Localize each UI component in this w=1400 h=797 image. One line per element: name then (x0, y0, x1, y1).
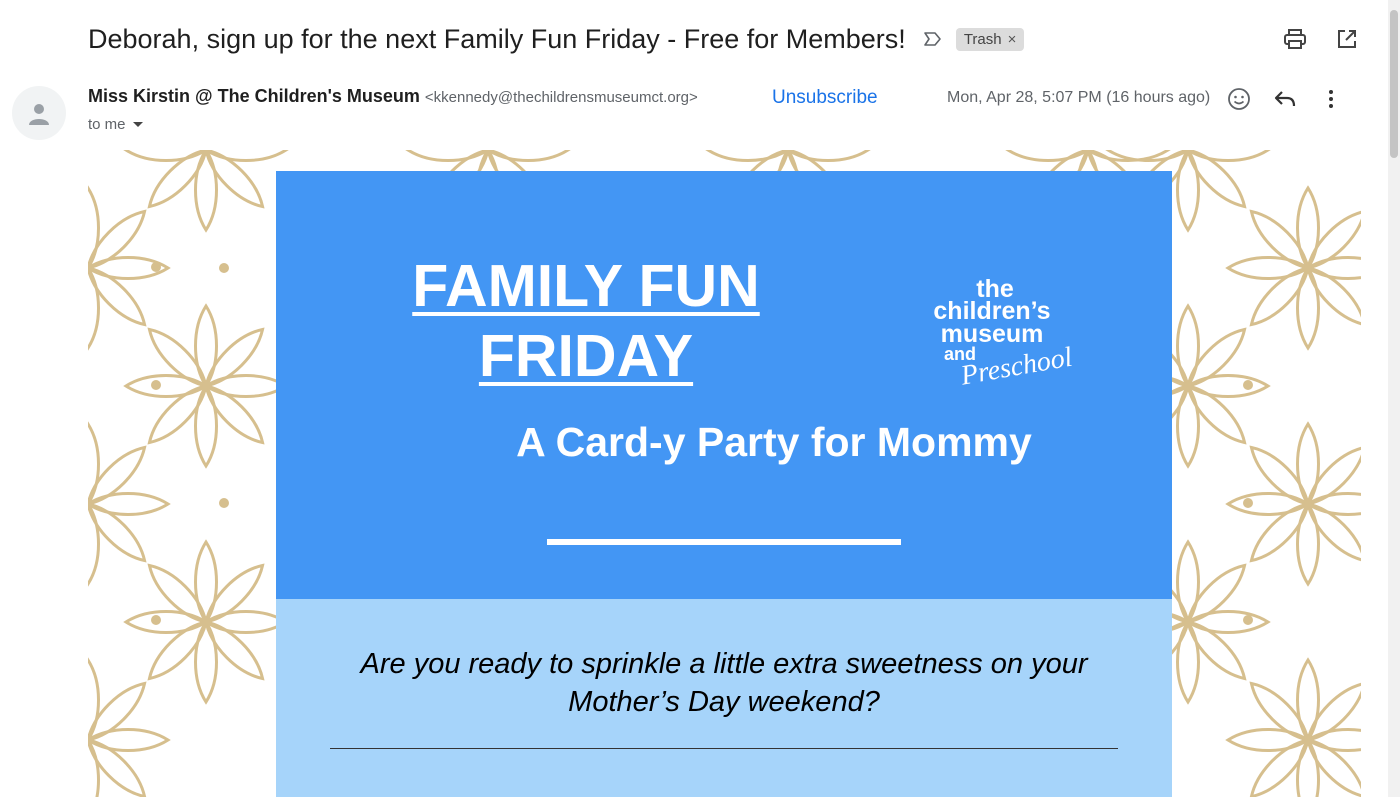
importance-marker-icon[interactable] (922, 28, 944, 50)
subject-row: Deborah, sign up for the next Family Fun… (88, 18, 1025, 60)
label-chip-trash[interactable]: Trash × (955, 27, 1025, 51)
avatar[interactable] (12, 86, 66, 140)
message-actions (1226, 86, 1344, 112)
open-in-new-window-icon[interactable] (1334, 26, 1360, 52)
chevron-down-icon (132, 121, 143, 127)
intro-section: Are you ready to sprinkle a little extra… (276, 599, 1172, 797)
hero-divider (547, 539, 901, 545)
hero-banner: FAMILY FUN FRIDAY the children’s museum … (276, 171, 1172, 599)
sender-name[interactable]: Miss Kirstin @ The Children's Museum (88, 86, 420, 107)
person-icon (29, 104, 49, 125)
scrollbar[interactable] (1388, 0, 1400, 797)
email-body: FAMILY FUN FRIDAY the children’s museum … (88, 150, 1361, 797)
email-card: FAMILY FUN FRIDAY the children’s museum … (276, 171, 1172, 797)
intro-divider (330, 748, 1118, 749)
top-actions (1282, 26, 1360, 52)
childrens-museum-logo: the children’s museum and Preschool (933, 275, 1074, 389)
more-vert-icon[interactable] (1318, 86, 1344, 112)
intro-line-1: Are you ready to sprinkle a little extra… (360, 648, 1088, 680)
emoji-reaction-icon[interactable] (1226, 86, 1252, 112)
email-subject: Deborah, sign up for the next Family Fun… (88, 23, 906, 54)
label-chip-text: Trash (963, 30, 1002, 48)
hero-subtitle: A Card-y Party for Mommy (516, 419, 1032, 465)
email-date: Mon, Apr 28, 5:07 PM (16 hours ago) (947, 89, 1211, 106)
scrollbar-thumb[interactable] (1390, 10, 1398, 158)
hero-title-line2[interactable]: FRIDAY (479, 323, 693, 389)
reply-icon[interactable] (1272, 86, 1298, 112)
sender-row: Miss Kirstin @ The Children's Museum <kk… (88, 86, 698, 107)
print-icon[interactable] (1282, 26, 1308, 52)
sender-email: <kkennedy@thechildrensmuseumct.org> (424, 89, 698, 106)
unsubscribe-link[interactable]: Unsubscribe (772, 87, 878, 109)
recipient-text: to me (88, 116, 126, 133)
intro-text: Are you ready to sprinkle a little extra… (316, 645, 1132, 721)
intro-line-2: Mother’s Day weekend? (568, 686, 880, 718)
hero-title[interactable]: FAMILY FUN FRIDAY (396, 251, 776, 391)
remove-label-icon[interactable]: × (1008, 31, 1017, 48)
recipient-toggle[interactable]: to me (88, 116, 144, 133)
hero-title-line1[interactable]: FAMILY FUN (412, 253, 760, 319)
